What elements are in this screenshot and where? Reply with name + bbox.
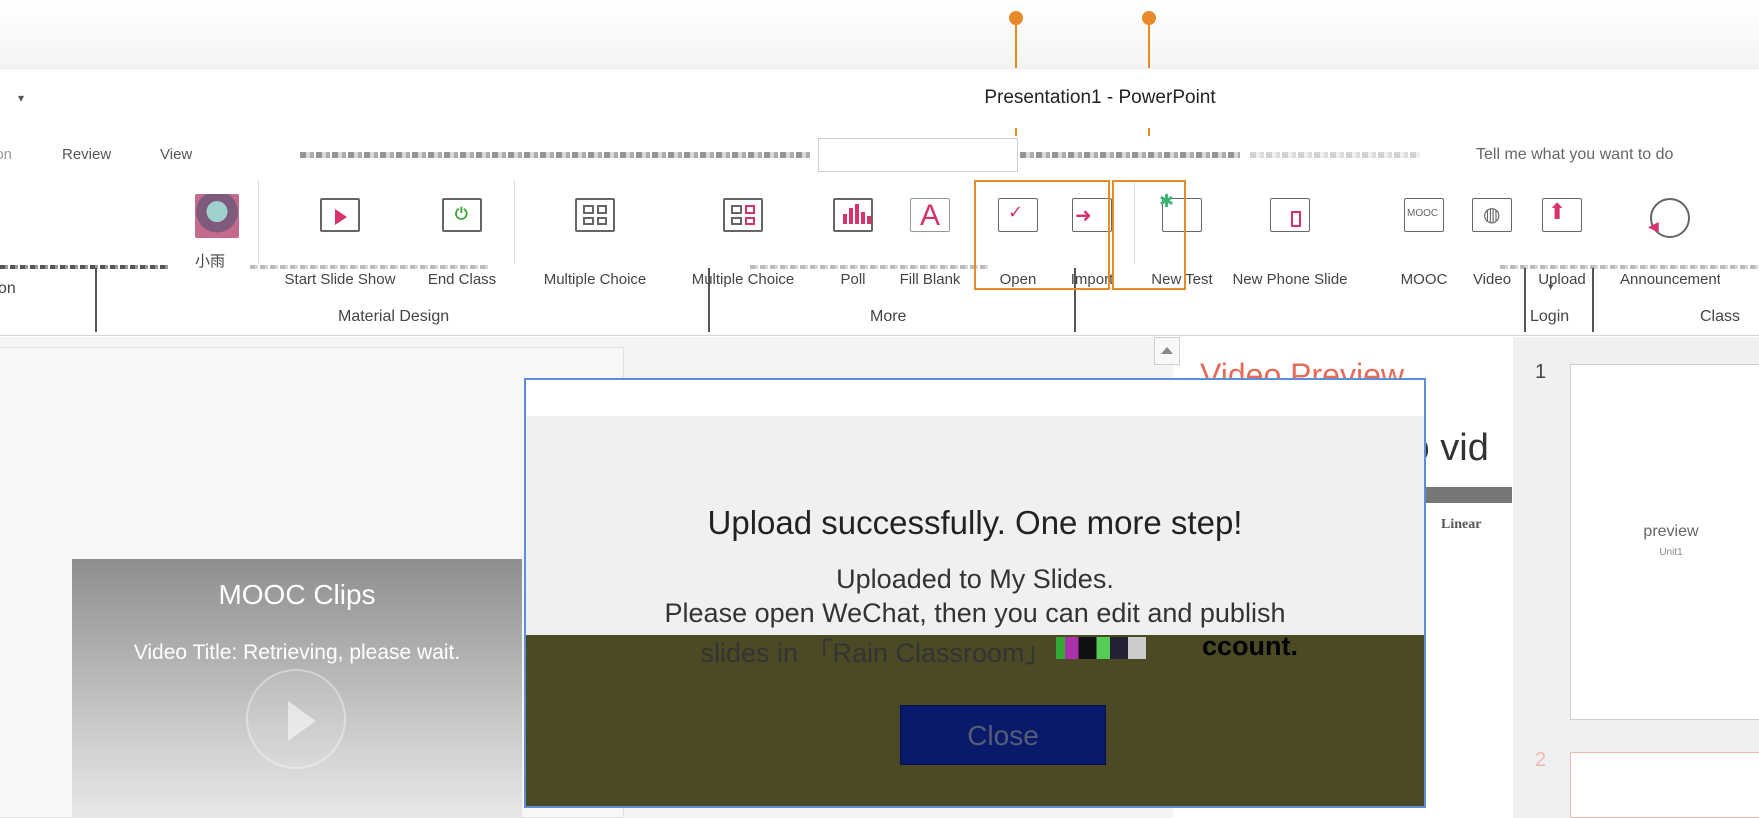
thumbnail-preview-text: preview (1643, 523, 1699, 540)
announcement-globe-icon: ◀ (1648, 198, 1690, 238)
upload-button[interactable]: ⬆ Upload (1522, 198, 1602, 288)
phone-slide-icon (1270, 198, 1310, 238)
ribbon-tab-row: ion Review View Tell me what you want to… (0, 136, 1759, 180)
end-class-button[interactable]: ⏻ End Class (422, 198, 502, 288)
dialog-line-2: Please open WeChat, then you can edit an… (664, 598, 1286, 628)
dialog-line-1: Uploaded to My Slides. (836, 564, 1114, 594)
highlight-new-test (1112, 180, 1186, 290)
play-icon[interactable] (246, 669, 346, 769)
thumbnail-unit-text: Unit1 (1659, 547, 1683, 558)
group-separator (1592, 268, 1594, 332)
mooc-video-title: Video Title: Retrieving, please wait. (133, 641, 461, 664)
upload-success-dialog: Upload successfully. One more step! Uplo… (524, 378, 1426, 808)
garbled-tabs (300, 152, 810, 158)
slide-thumbnail[interactable] (1570, 752, 1759, 818)
mooc-clips-panel: MOOC Clips Video Title: Retrieving, plea… (72, 559, 522, 818)
letter-a-icon: A (910, 198, 950, 238)
group-label-fragment: on (0, 280, 16, 297)
mooc-title: MOOC Clips (218, 579, 376, 610)
checked-grid-icon (723, 198, 763, 238)
tab-review[interactable]: Review (62, 146, 111, 163)
power-slide-icon: ⏻ (442, 198, 482, 238)
garbled-label-row (0, 258, 1759, 274)
garbled-tabs-3 (1250, 152, 1420, 158)
upload-icon: ⬆ (1542, 198, 1582, 238)
dialog-footer: slides in 「Rain Classroom」 ccount. Close (526, 631, 1424, 806)
highlight-open-import (974, 180, 1110, 290)
search-input[interactable] (818, 138, 1018, 172)
group-separator (258, 180, 259, 264)
linear-label: Linear (1441, 517, 1482, 532)
top-band (0, 0, 1759, 70)
multiple-choice-2-button[interactable]: Multiple Choice (692, 198, 794, 288)
ribbon: 小雨 Start Slide Show ⏻ End Class Multiple… (0, 180, 1759, 336)
group-label-class: Class (1700, 308, 1741, 325)
fill-blank-button[interactable]: A Fill Blank (890, 198, 970, 288)
tab-fragment[interactable]: ion (0, 146, 12, 163)
tab-view[interactable]: View (160, 146, 192, 163)
group-separator (1524, 268, 1526, 332)
play-slide-icon (320, 198, 360, 238)
garbled-tabs-2 (1020, 152, 1240, 158)
multiple-choice-button[interactable]: Multiple Choice (544, 198, 646, 288)
group-separator (514, 180, 515, 264)
dialog-heading: Upload successfully. One more step! (707, 504, 1243, 541)
login-dropdown-icon[interactable]: ▾ (1548, 280, 1554, 293)
grid-choice-icon (575, 198, 615, 238)
dialog-line-3-end: ccount. (1202, 631, 1299, 661)
slide-thumbnail[interactable]: preview Unit1 (1570, 364, 1759, 720)
group-separator (708, 268, 710, 332)
scroll-up-button[interactable] (1154, 337, 1180, 365)
window-title: Presentation1 - PowerPoint (984, 87, 1216, 108)
thumbnail-image-icon[interactable] (195, 194, 239, 238)
mooc-icon: MOOC (1404, 198, 1444, 238)
quick-access-arrow-icon[interactable]: ▾ (18, 91, 24, 105)
tell-me-field[interactable]: Tell me what you want to do (1476, 146, 1673, 164)
group-label-material-design: Material Design (338, 308, 450, 325)
thumbnail-number: 1 (1535, 361, 1547, 383)
globe-video-icon: ◍ (1472, 198, 1512, 238)
dialog-titlebar (526, 380, 1424, 416)
thumbnail-number: 2 (1535, 749, 1547, 771)
group-separator (95, 268, 97, 332)
close-button[interactable]: Close (900, 705, 1106, 765)
group-label-login: Login (1530, 308, 1570, 325)
start-slide-show-button[interactable]: Start Slide Show (285, 198, 395, 288)
group-label-more: More (870, 308, 907, 325)
glitch-artifact (1056, 637, 1146, 659)
title-bar: ▾ Presentation1 - PowerPoint (0, 68, 1759, 128)
bar-chart-icon (833, 198, 873, 238)
slide-thumbnails-pane: 1 preview Unit1 2 (1513, 337, 1759, 818)
new-phone-slide-button[interactable]: New Phone Slide (1232, 198, 1348, 288)
announcement-button[interactable]: ◀ Announcement (1620, 198, 1720, 288)
